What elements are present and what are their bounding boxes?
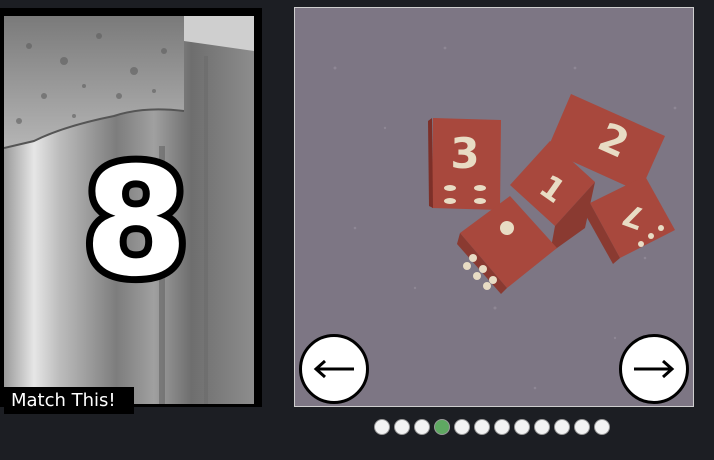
reference-card: 8 Match This! bbox=[0, 8, 262, 414]
die-3: 3 bbox=[428, 118, 501, 210]
pagination-dot[interactable] bbox=[514, 419, 530, 435]
pagination-dots bbox=[374, 419, 610, 435]
pagination-dot[interactable] bbox=[394, 419, 410, 435]
pagination-dot[interactable] bbox=[474, 419, 490, 435]
pagination-dot[interactable] bbox=[554, 419, 570, 435]
pagination-dot[interactable] bbox=[494, 419, 510, 435]
reference-digit: 8 bbox=[84, 136, 188, 310]
pagination-dot[interactable] bbox=[434, 419, 450, 435]
svg-text:3: 3 bbox=[450, 129, 479, 178]
pagination-dot[interactable] bbox=[374, 419, 390, 435]
carousel: 3 2 1 7 bbox=[294, 7, 694, 407]
next-button[interactable] bbox=[619, 334, 689, 404]
arrow-left-icon bbox=[313, 359, 354, 379]
pagination-dot[interactable] bbox=[414, 419, 430, 435]
reference-image: 8 bbox=[4, 16, 254, 404]
pagination-dot[interactable] bbox=[574, 419, 590, 435]
previous-button[interactable] bbox=[299, 334, 369, 404]
match-this-caption: Match This! bbox=[4, 387, 134, 414]
pagination-dot[interactable] bbox=[594, 419, 610, 435]
pagination-dot[interactable] bbox=[534, 419, 550, 435]
arrow-right-icon bbox=[634, 359, 675, 379]
pagination-dot[interactable] bbox=[454, 419, 470, 435]
